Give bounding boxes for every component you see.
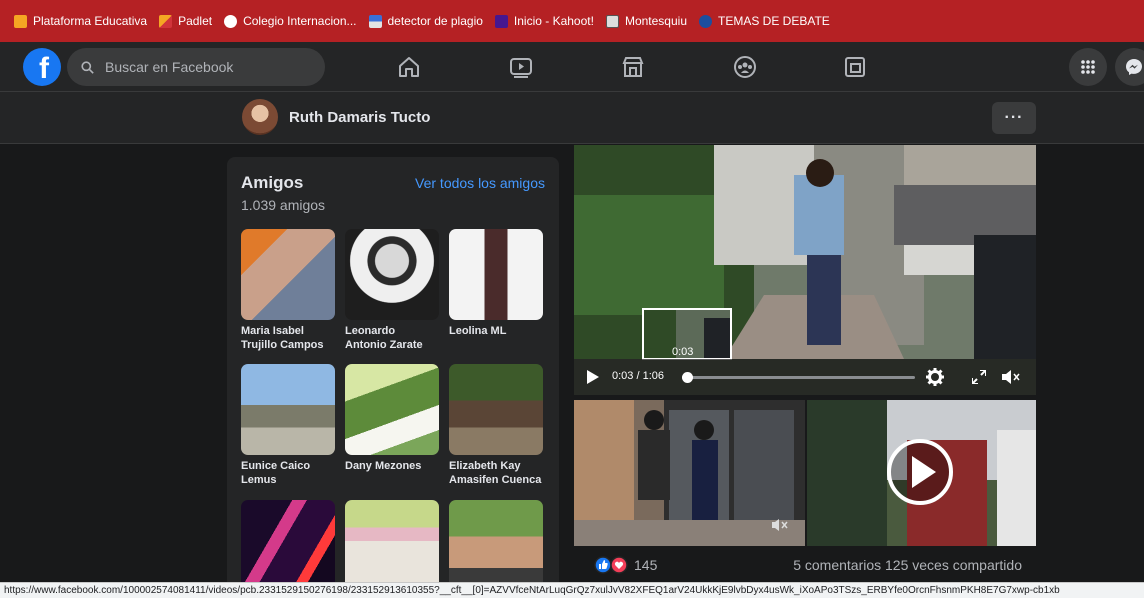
play-icon[interactable] — [587, 370, 599, 384]
friend-tile[interactable]: Dany Mezones — [345, 364, 439, 473]
bookmark-label: detector de plagio — [387, 14, 483, 28]
friend-name[interactable]: Maria Isabel Trujillo Campos — [241, 324, 335, 352]
friends-count: 1.039 amigos — [241, 197, 326, 213]
bookmark-icon — [14, 14, 27, 28]
video-controls: 0:03 / 1:06 — [574, 359, 1036, 395]
bookmark-plataforma[interactable]: Plataforma Educativa — [14, 14, 147, 28]
preview-time: 0:03 — [672, 346, 694, 358]
search-input[interactable] — [103, 58, 307, 76]
see-all-friends-link[interactable]: Ver todos los amigos — [415, 175, 545, 191]
reactions-icon[interactable] — [594, 556, 630, 574]
bookmark-temas[interactable]: TEMAS DE DEBATE — [699, 14, 830, 28]
friend-tile[interactable]: Leonardo Antonio Zarate — [345, 229, 439, 352]
friend-tile[interactable] — [345, 500, 439, 595]
friend-name[interactable]: Dany Mezones — [345, 459, 439, 473]
video-time: 0:03 / 1:06 — [612, 370, 664, 382]
menu-button[interactable] — [1069, 48, 1107, 86]
bookmark-kahoot[interactable]: Inicio - Kahoot! — [494, 14, 594, 28]
settings-gear-icon[interactable] — [926, 368, 944, 386]
friend-tile[interactable]: Leolina ML — [449, 229, 543, 338]
bookmarks-bar: Plataforma Educativa Padlet Colegio Inte… — [0, 0, 1144, 42]
bookmark-label: Colegio Internacion... — [243, 14, 357, 28]
friend-photo[interactable] — [345, 229, 439, 320]
video-progress-bar[interactable] — [681, 372, 915, 383]
marketplace-icon[interactable] — [620, 54, 646, 80]
messenger-button[interactable] — [1115, 48, 1144, 86]
friend-tile[interactable] — [449, 500, 543, 595]
friend-photo[interactable] — [241, 364, 335, 455]
bookmark-detector[interactable]: detector de plagio — [368, 14, 483, 28]
detector-icon — [368, 14, 382, 28]
friend-tile[interactable]: Eunice Caico Lemus — [241, 364, 335, 487]
bookmark-label: Plataforma Educativa — [33, 14, 148, 28]
mute-icon[interactable] — [1002, 369, 1020, 385]
comments-shares[interactable]: 5 comentarios 125 veces compartido — [793, 557, 1022, 573]
friend-photo[interactable] — [345, 364, 439, 455]
friend-name[interactable]: Leonardo Antonio Zarate — [345, 324, 439, 352]
link-status-bar: https://www.facebook.com/100002574081411… — [0, 582, 1144, 598]
mute-icon[interactable] — [772, 518, 788, 532]
post-media-video[interactable] — [574, 400, 805, 546]
profile-header: Ruth Damaris Tucto ··· — [0, 92, 1144, 144]
bookmark-label: Montesquiu — [624, 14, 687, 28]
friend-tile[interactable] — [241, 500, 335, 595]
montesquiu-icon — [605, 14, 619, 28]
home-icon[interactable] — [396, 54, 422, 80]
globe-icon — [224, 14, 238, 28]
media-frame — [574, 400, 805, 546]
friends-title[interactable]: Amigos — [241, 173, 303, 193]
friend-name[interactable]: Eunice Caico Lemus — [241, 459, 335, 487]
kahoot-icon — [494, 14, 508, 28]
friend-photo[interactable] — [345, 500, 439, 591]
facebook-topbar: f — [0, 42, 1144, 92]
friend-name[interactable]: Leolina ML — [449, 324, 543, 338]
bookmark-padlet[interactable]: Padlet — [159, 14, 212, 28]
friend-photo[interactable] — [449, 500, 543, 591]
post-stats: 145 5 comentarios 125 veces compartido — [574, 552, 1036, 578]
video-scrub-handle[interactable] — [681, 372, 693, 383]
bookmark-colegio[interactable]: Colegio Internacion... — [224, 14, 357, 28]
padlet-icon — [159, 14, 173, 28]
avatar[interactable] — [242, 99, 278, 135]
bookmark-label: Padlet — [178, 14, 213, 28]
friend-photo[interactable] — [241, 229, 335, 320]
friend-tile[interactable]: Elizabeth Kay Amasifen Cuenca — [449, 364, 543, 487]
watch-icon[interactable] — [508, 54, 534, 80]
bookmark-label: Inicio - Kahoot! — [513, 14, 594, 28]
friends-card: Amigos 1.039 amigos Ver todos los amigos… — [227, 157, 559, 597]
profile-name[interactable]: Ruth Damaris Tucto — [289, 109, 430, 126]
friend-tile[interactable]: Maria Isabel Trujillo Campos — [241, 229, 335, 352]
friend-photo[interactable] — [449, 229, 543, 320]
fullscreen-icon[interactable] — [972, 370, 986, 384]
friend-photo[interactable] — [449, 364, 543, 455]
gaming-icon[interactable] — [842, 54, 868, 80]
groups-icon[interactable] — [732, 54, 758, 80]
more-options-button[interactable]: ··· — [992, 102, 1036, 134]
messenger-icon — [1126, 59, 1142, 75]
search-icon — [81, 60, 94, 74]
post-media-video[interactable] — [807, 400, 1036, 546]
friend-name[interactable]: Elizabeth Kay Amasifen Cuenca — [449, 459, 543, 487]
facebook-logo-icon[interactable]: f — [23, 48, 61, 86]
bookmark-label: TEMAS DE DEBATE — [718, 14, 830, 28]
video-player[interactable]: 0:03 0:03 / 1:06 — [574, 145, 1036, 395]
search-box[interactable] — [67, 48, 325, 86]
reaction-count[interactable]: 145 — [634, 557, 657, 573]
grid-menu-icon — [1081, 60, 1095, 74]
friend-photo[interactable] — [241, 500, 335, 591]
bookmark-montesquiu[interactable]: Montesquiu — [605, 14, 687, 28]
play-button-icon[interactable] — [886, 438, 954, 506]
temas-icon — [699, 14, 712, 28]
